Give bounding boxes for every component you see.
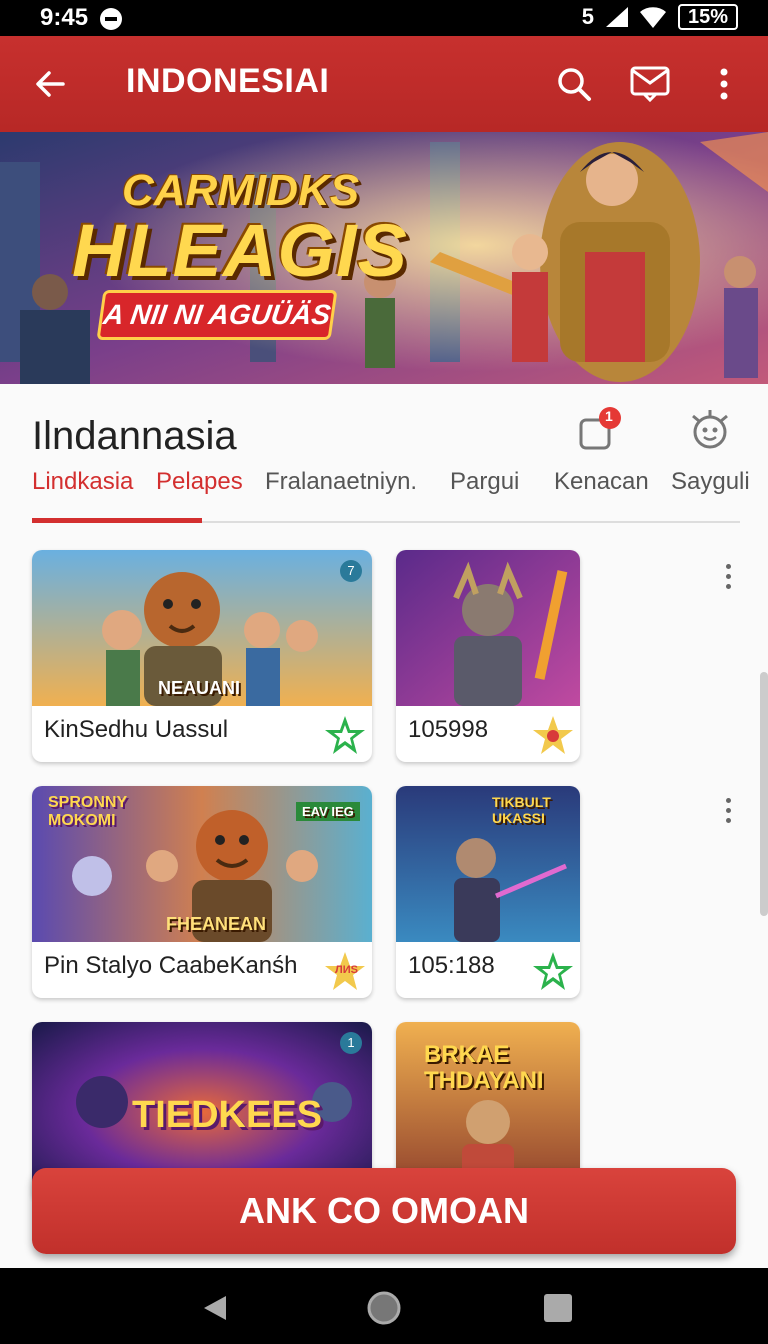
battery-indicator: 15% bbox=[677, 4, 738, 30]
notifications-button[interactable]: 1 bbox=[574, 406, 622, 454]
back-button[interactable] bbox=[24, 58, 76, 110]
favorite-star-icon[interactable] bbox=[324, 714, 366, 756]
primary-action-button[interactable]: ANK CO OMOAN bbox=[32, 1168, 736, 1254]
community-button[interactable] bbox=[686, 406, 734, 454]
more-vert-icon bbox=[720, 68, 728, 100]
thumbnail-caption: NEAUANI bbox=[158, 678, 241, 698]
thumbnail-caption: BRKAE THDAYANI bbox=[424, 1041, 544, 1094]
arrow-back-icon bbox=[36, 71, 65, 97]
thumbnail-tag: EAV IEG bbox=[296, 802, 360, 821]
content-area: Ilndannasia 1 Lindkasia Pelapes Fralanae… bbox=[0, 384, 768, 1268]
tab-pargui[interactable]: Pargui bbox=[450, 468, 519, 496]
thumbnail-caption: TIKBULT UKASSI bbox=[492, 794, 551, 826]
notification-box-icon bbox=[579, 407, 621, 450]
do-not-disturb-icon bbox=[100, 8, 122, 30]
nav-back-icon[interactable] bbox=[196, 1288, 236, 1328]
nav-home-icon[interactable] bbox=[364, 1288, 404, 1328]
game-card[interactable]: 105998 bbox=[396, 550, 580, 762]
thumbnail-badge: 7 bbox=[340, 560, 362, 582]
row-more-button[interactable] bbox=[724, 564, 732, 594]
scrollbar[interactable] bbox=[760, 672, 768, 916]
game-title: 105998 bbox=[408, 716, 489, 743]
tab-pelapes[interactable]: Pelapes bbox=[156, 468, 243, 496]
game-thumbnail: SPRONNY MOKOMI EAV IEG FHEANEAN bbox=[32, 786, 372, 942]
tab-kenacan[interactable]: Kenacan bbox=[554, 468, 649, 496]
favorite-star-icon[interactable] bbox=[532, 950, 574, 992]
wifi-icon bbox=[639, 7, 666, 28]
messages-button[interactable] bbox=[624, 58, 676, 110]
row-more-button[interactable] bbox=[724, 798, 732, 828]
game-card[interactable]: TIKBULT UKASSI 105:188 bbox=[396, 786, 580, 998]
thumbnail-caption-top: SPRONNY MOKOMI bbox=[48, 794, 127, 829]
signal-icon bbox=[605, 7, 628, 27]
nav-recents-icon[interactable] bbox=[538, 1288, 578, 1328]
signal-label: 5 bbox=[581, 4, 594, 29]
game-thumbnail: TIKBULT UKASSI bbox=[396, 786, 580, 942]
game-thumbnail: NEAUANI 7 bbox=[32, 550, 372, 706]
thumbnail-badge: 1 bbox=[340, 1032, 362, 1054]
app-title: INDONESIAI bbox=[126, 62, 330, 100]
notification-count-badge: 1 bbox=[605, 408, 613, 424]
tab-lindkasia[interactable]: Lindkasia bbox=[32, 468, 133, 496]
status-bar: 9:45 5 15% bbox=[0, 0, 768, 36]
status-time: 9:45 bbox=[40, 4, 89, 31]
search-icon bbox=[558, 68, 591, 101]
category-tabs: Lindkasia Pelapes Fralanaetniyn. Pargui … bbox=[0, 468, 768, 524]
tab-sayguli[interactable]: Sayguli bbox=[671, 468, 750, 496]
system-nav-bar bbox=[0, 1268, 768, 1344]
game-thumbnail bbox=[396, 550, 580, 706]
game-card[interactable]: NEAUANI 7 KinSedhu Uassul bbox=[32, 550, 372, 762]
mascot-icon bbox=[692, 410, 728, 449]
section-title: Ilndannasia bbox=[32, 414, 237, 458]
game-card[interactable]: SPRONNY MOKOMI EAV IEG FHEANEAN Pin Stal… bbox=[32, 786, 372, 998]
banner-subtitle: A NII NI AGUÜÄS bbox=[96, 290, 338, 340]
search-button[interactable] bbox=[548, 58, 600, 110]
mail-icon bbox=[630, 66, 670, 102]
thumbnail-caption: FHEANEAN bbox=[166, 914, 267, 934]
app-bar: INDONESIAI bbox=[0, 36, 768, 132]
game-title: KinSedhu Uassul bbox=[44, 716, 229, 743]
game-title: Pin Stalyo CaabeKanśh bbox=[44, 952, 298, 979]
tab-fralanaetniyn[interactable]: Fralanaetniyn. bbox=[265, 468, 417, 496]
game-title: 105:188 bbox=[408, 952, 495, 979]
star-label: ЛИЅ bbox=[335, 964, 358, 976]
overflow-menu-button[interactable] bbox=[698, 58, 750, 110]
favorite-star-icon[interactable] bbox=[532, 714, 574, 756]
status-indicators: 5 15% bbox=[582, 4, 738, 30]
thumbnail-caption: TIEDKEES bbox=[132, 1094, 323, 1136]
active-tab-indicator bbox=[32, 518, 202, 523]
banner-title-line2: HLEAGIS bbox=[72, 209, 408, 292]
